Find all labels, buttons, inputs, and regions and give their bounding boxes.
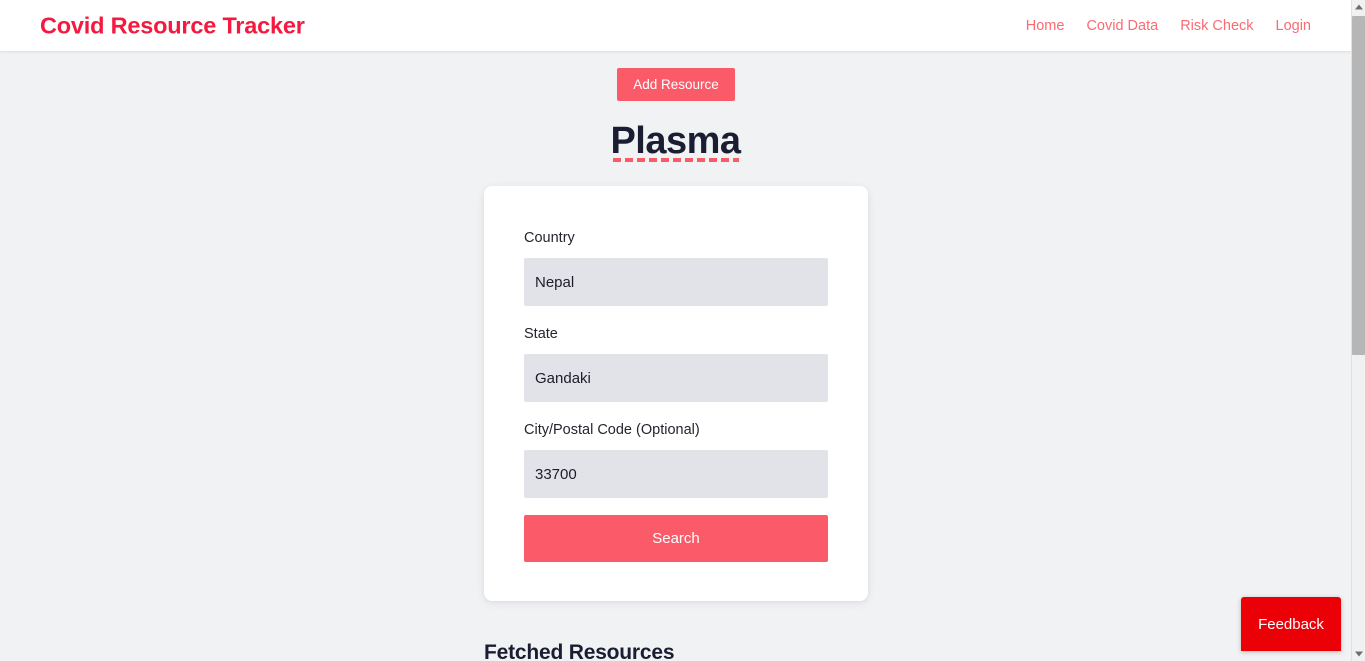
state-input[interactable] bbox=[524, 354, 828, 402]
scrollbar-thumb[interactable] bbox=[1352, 16, 1365, 355]
nav-link-risk-check[interactable]: Risk Check bbox=[1169, 18, 1264, 34]
page-root: Covid Resource Tracker Home Covid Data R… bbox=[0, 0, 1365, 661]
chevron-down-glyph bbox=[1354, 651, 1363, 657]
chevron-up-icon[interactable] bbox=[1352, 0, 1365, 14]
city-postal-code-input[interactable] bbox=[524, 450, 828, 498]
vertical-scrollbar[interactable] bbox=[1351, 0, 1365, 661]
country-label: Country bbox=[524, 230, 575, 246]
content-viewport: Covid Resource Tracker Home Covid Data R… bbox=[0, 0, 1351, 661]
nav-link-login[interactable]: Login bbox=[1265, 18, 1311, 34]
search-button[interactable]: Search bbox=[524, 515, 828, 562]
nav-links: Home Covid Data Risk Check Login bbox=[1015, 18, 1311, 34]
chevron-down-icon[interactable] bbox=[1352, 647, 1365, 661]
nav-link-home[interactable]: Home bbox=[1015, 18, 1076, 34]
search-form-card: Country State City/Postal Code (Optional… bbox=[484, 186, 868, 601]
brand-title[interactable]: Covid Resource Tracker bbox=[40, 12, 305, 39]
city-postal-code-label: City/Postal Code (Optional) bbox=[524, 422, 700, 438]
state-label: State bbox=[524, 326, 558, 342]
add-resource-button[interactable]: Add Resource bbox=[617, 68, 735, 101]
fetched-resources-heading: Fetched Resources bbox=[484, 641, 675, 661]
chevron-up-glyph bbox=[1354, 4, 1363, 10]
feedback-button[interactable]: Feedback bbox=[1241, 597, 1341, 651]
country-input[interactable] bbox=[524, 258, 828, 306]
nav-link-covid-data[interactable]: Covid Data bbox=[1075, 18, 1169, 34]
title-underline-dashes bbox=[613, 158, 739, 162]
navbar: Covid Resource Tracker Home Covid Data R… bbox=[0, 0, 1351, 52]
